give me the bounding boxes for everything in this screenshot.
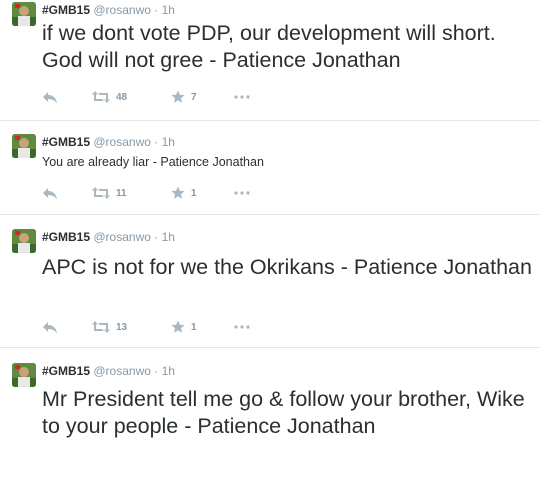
- reply-button[interactable]: [42, 319, 58, 335]
- username[interactable]: @rosanwo: [93, 230, 151, 244]
- tweet-header: #GMB15 @rosanwo · 1h: [42, 135, 175, 149]
- separator: ·: [154, 3, 159, 17]
- retweet-count: 13: [116, 321, 128, 333]
- retweet-icon: [92, 187, 110, 199]
- star-icon: [171, 320, 185, 333]
- retweet-icon: [92, 91, 110, 103]
- more-icon: [234, 191, 250, 195]
- retweet-icon: [92, 321, 110, 333]
- more-icon: [234, 325, 250, 329]
- username[interactable]: @rosanwo: [93, 364, 151, 378]
- username[interactable]: @rosanwo: [93, 135, 151, 149]
- tweet-header: #GMB15 @rosanwo · 1h: [42, 230, 175, 244]
- avatar[interactable]: [12, 363, 36, 387]
- separator: ·: [154, 135, 159, 149]
- tweet-text: APC is not for we the Okrikans - Patienc…: [42, 255, 532, 279]
- retweet-button[interactable]: 13: [92, 319, 127, 335]
- tweet-header: #GMB15 @rosanwo · 1h: [42, 364, 175, 378]
- retweet-count: 11: [116, 187, 127, 199]
- retweet-button[interactable]: 11: [92, 185, 127, 201]
- favorite-button[interactable]: 1: [171, 185, 197, 201]
- star-icon: [171, 186, 185, 199]
- display-name[interactable]: #GMB15: [42, 230, 90, 244]
- tweet-text: if we dont vote PDP, our development wil…: [42, 21, 496, 72]
- tweet[interactable]: #GMB15 @rosanwo · 1h You are already lia…: [0, 121, 540, 214]
- favorite-button[interactable]: 1: [171, 319, 197, 335]
- tweet[interactable]: #GMB15 @rosanwo · 1h if we dont vote PDP…: [0, 0, 540, 120]
- display-name[interactable]: #GMB15: [42, 364, 90, 378]
- star-icon: [171, 90, 185, 103]
- username[interactable]: @rosanwo: [93, 3, 151, 17]
- favorite-button[interactable]: 7: [171, 89, 197, 105]
- reply-button[interactable]: [42, 185, 58, 201]
- reply-icon: [43, 188, 57, 199]
- avatar[interactable]: [12, 134, 36, 158]
- display-name[interactable]: #GMB15: [42, 135, 90, 149]
- tweet-text: Mr President tell me go & follow your br…: [42, 387, 525, 438]
- reply-icon: [43, 92, 57, 103]
- favorite-count: 1: [191, 321, 197, 333]
- timestamp[interactable]: 1h: [162, 364, 175, 378]
- reply-button[interactable]: [42, 89, 58, 105]
- retweet-count: 48: [116, 91, 128, 103]
- separator: ·: [154, 364, 159, 378]
- timestamp[interactable]: 1h: [162, 3, 175, 17]
- more-button[interactable]: [234, 89, 250, 105]
- tweet-actions: 11 1: [42, 185, 342, 201]
- tweet[interactable]: #GMB15 @rosanwo · 1h Mr President tell m…: [0, 348, 540, 478]
- more-icon: [234, 95, 250, 99]
- favorite-count: 1: [191, 187, 197, 199]
- tweet-header: #GMB15 @rosanwo · 1h: [42, 3, 175, 17]
- more-button[interactable]: [234, 185, 250, 201]
- tweet-text: You are already liar - Patience Jonathan: [42, 155, 264, 169]
- avatar[interactable]: [12, 229, 36, 253]
- reply-icon: [43, 322, 57, 333]
- tweet-actions: 13 1: [42, 319, 342, 335]
- more-button[interactable]: [234, 319, 250, 335]
- avatar[interactable]: [12, 2, 36, 26]
- display-name[interactable]: #GMB15: [42, 3, 90, 17]
- retweet-button[interactable]: 48: [92, 89, 127, 105]
- tweet[interactable]: #GMB15 @rosanwo · 1h APC is not for we t…: [0, 215, 540, 347]
- tweet-actions: 48 7: [42, 89, 342, 105]
- timestamp[interactable]: 1h: [162, 230, 175, 244]
- separator: ·: [154, 230, 159, 244]
- favorite-count: 7: [191, 91, 197, 103]
- timestamp[interactable]: 1h: [162, 135, 175, 149]
